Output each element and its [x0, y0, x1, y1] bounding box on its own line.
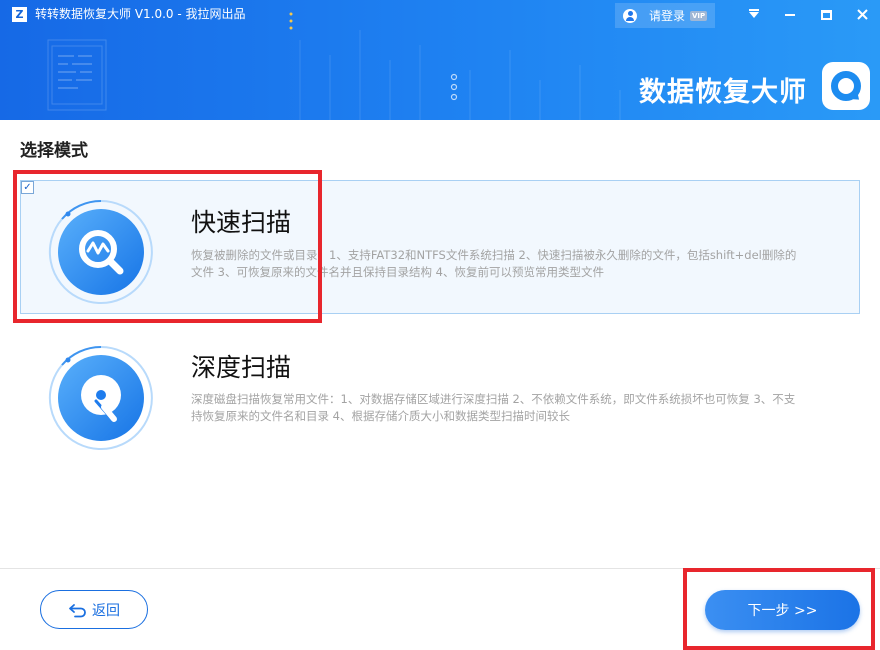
deep-scan-title: 深度扫描	[191, 353, 292, 382]
app-window: Z 转转数据恢复大师 V1.0.0 - 我拉网出品 请登录 VIP 数据恢复大师…	[0, 0, 880, 650]
user-icon	[623, 8, 637, 23]
login-button[interactable]: 请登录 VIP	[615, 3, 715, 28]
maximize-icon	[820, 9, 832, 20]
brand-logo-icon	[822, 62, 870, 110]
back-button[interactable]: 返回	[40, 590, 148, 629]
minimize-button[interactable]	[779, 4, 801, 26]
menu-dropdown-icon	[749, 9, 759, 18]
deep-scan-description: 深度磁盘扫描恢复常用文件：1、对数据存储区域进行深度扫描 2、不依赖文件系统，即…	[191, 392, 796, 423]
app-title: 转转数据恢复大师 V1.0.0 - 我拉网出品	[35, 7, 246, 21]
minimize-icon	[785, 13, 795, 16]
back-button-label: 返回	[92, 602, 120, 619]
section-title: 选择模式	[20, 141, 88, 161]
close-button[interactable]	[851, 4, 873, 26]
brand-title: 数据恢复大师	[639, 77, 807, 108]
app-logo-icon: Z	[12, 7, 27, 22]
deep-scan-option[interactable]: 深度扫描 深度磁盘扫描恢复常用文件：1、对数据存储区域进行深度扫描 2、不依赖文…	[20, 326, 860, 460]
close-icon	[856, 9, 868, 20]
vip-badge: VIP	[690, 10, 708, 21]
highlight-box-next-button	[683, 568, 875, 650]
maximize-button[interactable]	[815, 4, 837, 26]
back-arrow-icon	[69, 603, 86, 617]
highlight-box-quick-scan	[13, 170, 322, 323]
title-bar-header[interactable]: Z 转转数据恢复大师 V1.0.0 - 我拉网出品 请登录 VIP 数据恢复大师	[0, 0, 880, 120]
login-label: 请登录	[649, 8, 686, 23]
menu-button[interactable]	[743, 4, 765, 26]
deep-scan-icon	[48, 345, 153, 450]
